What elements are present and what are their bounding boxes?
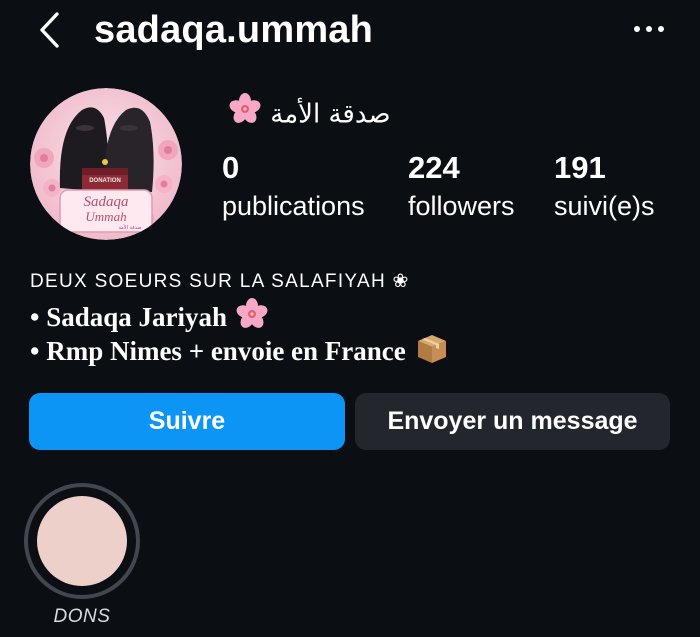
highlight-cover [37,496,127,586]
profile-username: sadaqa.ummah [94,9,374,51]
chevron-left-icon [40,12,59,48]
bio-line-2: • Sadaqa Jariyah [30,297,269,339]
more-horizontal-icon [634,26,664,32]
stat-followers[interactable]: 224 followers [408,150,515,224]
more-options-button[interactable] [628,16,672,42]
stat-value: 0 [222,150,240,185]
avatar-text-sub: Ummah [85,209,126,224]
stat-publications[interactable]: 0 publications [222,150,365,224]
stat-label: suivi(e)s [554,191,655,221]
avatar-box-label: DONATION [89,178,121,184]
stat-value: 224 [408,150,460,185]
avatar-text-main: Sadaqa [84,194,129,210]
stat-label: followers [408,191,515,221]
follow-button[interactable]: Suivre [29,393,345,450]
stat-label: publications [222,191,365,221]
profile-display-name: صدقة الأمة [220,92,420,132]
bio-line-3: • Rmp Nimes + envoie en France [30,334,450,373]
avatar-illustration: DONATION Sadaqa Ummah صدقة الأمة [30,88,182,240]
display-name-text: صدقة الأمة [270,99,391,130]
profile-avatar[interactable]: DONATION Sadaqa Ummah صدقة الأمة [30,88,182,240]
package-icon [414,331,450,373]
bio-line-2-text: • Sadaqa Jariyah [30,302,228,332]
cherry-blossom-icon [235,297,269,339]
story-highlight-dons[interactable] [24,483,140,599]
highlight-label: DONS [53,606,111,627]
avatar-text-arabic: صدقة الأمة [118,224,141,231]
stat-following[interactable]: 191 suivi(e)s [554,150,655,224]
back-button[interactable] [30,8,74,52]
bio-line-3-text: • Rmp Nimes + envoie en France [30,336,406,366]
stat-value: 191 [554,150,606,185]
display-name-flower-icon [228,92,262,138]
send-message-button[interactable]: Envoyer un message [355,393,670,450]
bio-line-1: DEUX SOEURS SUR LA SALAFIYAH ❀ [30,271,410,292]
